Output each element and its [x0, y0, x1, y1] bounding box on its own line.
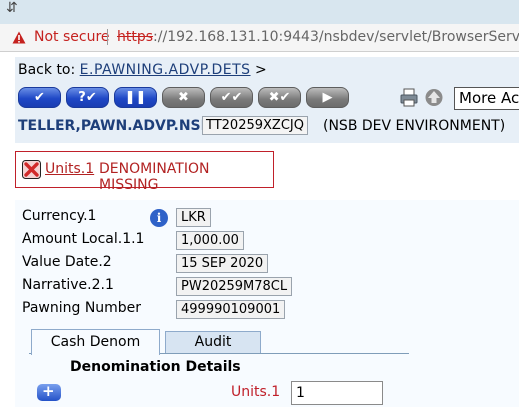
security-label[interactable]: Not secure: [34, 29, 110, 45]
authorise-button[interactable]: ✔✔: [210, 87, 253, 108]
check-icon: ✔: [34, 90, 45, 105]
field-row-currency: Currency.1 i LKR: [15, 200, 519, 227]
pause-icon: ❚❚: [124, 90, 147, 105]
field-label: Amount Local.1.1: [22, 231, 145, 247]
warning-icon[interactable]: [12, 31, 26, 44]
next-button[interactable]: ▶: [306, 87, 349, 108]
units-input[interactable]: [291, 381, 383, 405]
hold-button[interactable]: ❚❚: [114, 87, 157, 108]
cross-icon: ✖: [178, 90, 189, 105]
error-message-box: Units.1 DENOMINATION MISSING: [15, 151, 274, 193]
reverse-button[interactable]: ✖✔: [258, 87, 301, 108]
field-row-narrative: Narrative.2.1 PW20259M78CL: [15, 269, 519, 296]
print-icon[interactable]: [400, 88, 418, 107]
tab-cash-denom[interactable]: Cash Denom: [31, 329, 160, 355]
validate-button[interactable]: ?✔: [66, 87, 109, 108]
tab-audit[interactable]: Audit: [165, 331, 261, 353]
more-actions-select[interactable]: More Actions: [454, 87, 519, 110]
units-label: Units.1: [231, 384, 281, 400]
play-icon: ▶: [322, 90, 333, 105]
double-check-icon: ✔✔: [220, 90, 243, 105]
breadcrumb-link[interactable]: E.PAWNING.ADVP.DETS: [80, 62, 251, 78]
upload-icon[interactable]: [425, 88, 443, 107]
field-label: Currency.1: [22, 208, 97, 224]
url-text[interactable]: https://192.168.131.10:9443/nsbdev/servl…: [117, 29, 519, 45]
field-label: Value Date.2: [22, 254, 112, 270]
delete-button[interactable]: ✖: [162, 87, 205, 108]
commit-button[interactable]: ✔: [18, 87, 61, 108]
breadcrumb-suffix: >: [254, 62, 267, 78]
tab-icon[interactable]: ⇵: [6, 0, 18, 16]
application-name: TELLER,PAWN.ADVP.NSB: [18, 118, 212, 134]
divider: [107, 29, 108, 45]
url-scheme: https: [117, 29, 154, 45]
field-label: Narrative.2.1: [22, 277, 114, 293]
transaction-header-panel: Back to: E.PAWNING.ADVP.DETS > ✔ ?✔ ❚❚ ✖…: [15, 57, 519, 143]
plus-icon: +: [42, 382, 55, 400]
expand-button[interactable]: +: [37, 382, 61, 401]
error-x-icon: [22, 160, 41, 179]
browser-tab-strip: ⇵: [0, 0, 519, 24]
pawning-number-value[interactable]: 499990109001: [176, 300, 286, 319]
transaction-id-field[interactable]: TT20259XZCJQ: [202, 116, 308, 135]
field-row-value-date: Value Date.2 15 SEP 2020: [15, 246, 519, 273]
cross-check-icon: ✖✔: [268, 90, 291, 105]
breadcrumb-prefix: Back to:: [18, 62, 76, 78]
record-line: TELLER,PAWN.ADVP.NSB TT20259XZCJQ (NSB D…: [18, 116, 505, 135]
error-field-link[interactable]: Units.1: [45, 161, 94, 177]
section-title: Denomination Details: [70, 359, 241, 375]
question-check-icon: ?✔: [78, 90, 97, 105]
field-label: Pawning Number: [22, 300, 142, 316]
breadcrumb: Back to: E.PAWNING.ADVP.DETS >: [18, 62, 267, 78]
transaction-form: Currency.1 i LKR Amount Local.1.1 1,000.…: [15, 200, 519, 407]
field-row-pawning-number: Pawning Number 499990109001: [15, 292, 519, 319]
url-path: ://192.168.131.10:9443/nsbdev/servlet/Br…: [153, 29, 519, 45]
environment-label: (NSB DEV ENVIRONMENT): [323, 118, 506, 134]
address-bar[interactable]: Not secure https://192.168.131.10:9443/n…: [0, 24, 519, 52]
error-message: DENOMINATION MISSING: [99, 161, 210, 193]
field-row-amount-local: Amount Local.1.1 1,000.00: [15, 223, 519, 250]
tab-bar: Cash Denom Audit: [29, 328, 409, 355]
